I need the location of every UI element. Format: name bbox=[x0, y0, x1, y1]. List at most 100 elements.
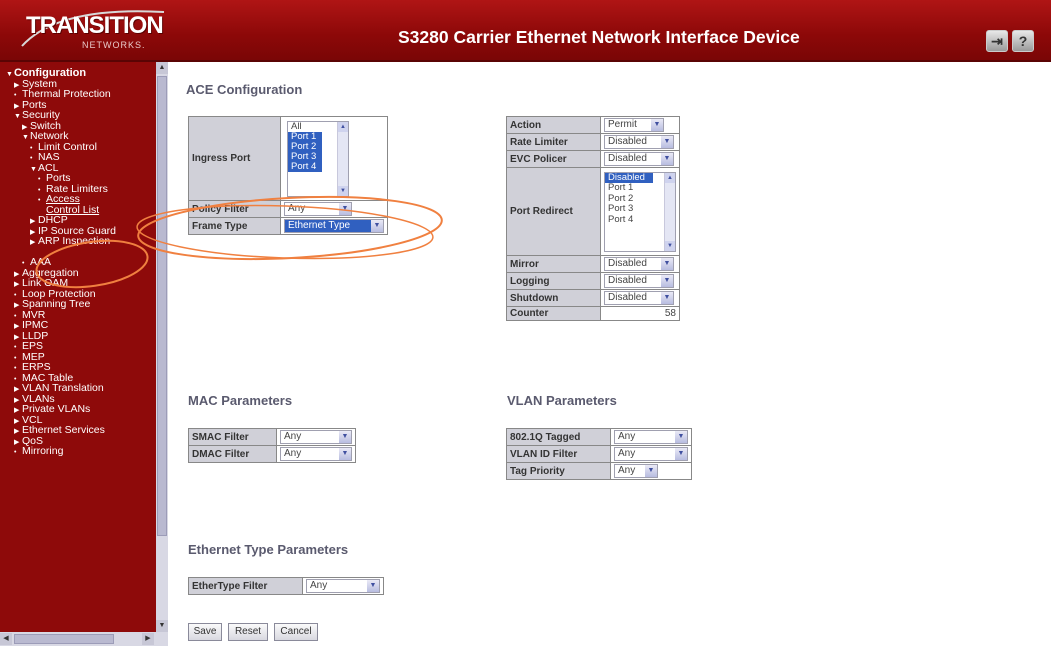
scroll-left-icon[interactable]: ◀ bbox=[0, 633, 12, 645]
sidebar-item-system[interactable]: ▶ System bbox=[6, 79, 156, 90]
save-button[interactable]: Save bbox=[188, 623, 222, 641]
sidebar-item-label: Access bbox=[46, 194, 80, 205]
sidebar-item-mep[interactable]: • MEP bbox=[6, 352, 156, 363]
sidebar-item-ethernet-services[interactable]: ▶ Ethernet Services bbox=[6, 425, 156, 436]
sidebar-item-ports[interactable]: • Ports bbox=[6, 173, 156, 184]
logout-button[interactable]: ⇥ bbox=[986, 30, 1008, 52]
reset-button[interactable]: Reset bbox=[228, 623, 268, 641]
sidebar-item-acl[interactable]: ▼ACL bbox=[6, 163, 156, 174]
dot-icon: • bbox=[30, 155, 33, 162]
dmac-filter-select[interactable]: Any ▼ bbox=[280, 447, 352, 461]
sidebar-item-aggregation[interactable]: ▶ Aggregation bbox=[6, 268, 156, 279]
ingress-option-port-4[interactable]: Port 4 bbox=[288, 161, 322, 172]
dot-icon: • bbox=[38, 176, 41, 183]
sidebar-item-nas[interactable]: • NAS bbox=[6, 152, 156, 163]
sidebar-item-label: Switch bbox=[30, 120, 61, 131]
rate-limiter-select[interactable]: Disabled ▼ bbox=[604, 135, 674, 149]
scroll-up-icon[interactable]: ▲ bbox=[338, 121, 348, 132]
sidebar-item-ports[interactable]: ▶ Ports bbox=[6, 100, 156, 111]
scroll-up-icon[interactable]: ▲ bbox=[665, 172, 675, 183]
listbox-scrollbar[interactable]: ▲ ▼ bbox=[664, 172, 675, 251]
scroll-thumb-horizontal[interactable] bbox=[14, 634, 114, 644]
sidebar-item-private-vlans[interactable]: ▶ Private VLANs bbox=[6, 404, 156, 415]
sidebar-item-eps[interactable]: • EPS bbox=[6, 341, 156, 352]
sidebar-item-limit-control[interactable]: • Limit Control bbox=[6, 142, 156, 153]
caret-right-icon: ▶ bbox=[14, 102, 20, 110]
shutdown-select[interactable]: Disabled ▼ bbox=[604, 291, 674, 305]
sidebar-item-link-oam[interactable]: ▶ Link OAM bbox=[6, 278, 156, 289]
ingress-option-port-2[interactable]: Port 2 bbox=[288, 141, 322, 152]
scroll-down-icon[interactable]: ▼ bbox=[665, 240, 675, 251]
sidebar-item-security[interactable]: ▼Security bbox=[6, 110, 156, 121]
sidebar-item-rate-limiters[interactable]: • Rate Limiters bbox=[6, 184, 156, 195]
frame-type-value: Ethernet Type bbox=[288, 220, 351, 231]
caret-right-icon: ▶ bbox=[14, 407, 20, 414]
action-select[interactable]: Permit ▼ bbox=[604, 118, 664, 132]
ethertype-filter-value: Any bbox=[310, 580, 328, 591]
sidebar-item-label: LLDP bbox=[22, 330, 49, 341]
sidebar-item-mvr[interactable]: • MVR bbox=[6, 310, 156, 321]
sidebar-item-loop-protection[interactable]: • Loop Protection bbox=[6, 289, 156, 300]
sidebar-vertical-scrollbar[interactable]: ▲ ▼ bbox=[156, 62, 168, 632]
evc-policer-select[interactable]: Disabled ▼ bbox=[604, 152, 674, 166]
sidebar-item-dhcp[interactable]: ▶ DHCP bbox=[6, 215, 156, 226]
ethertype-filter-select[interactable]: Any ▼ bbox=[306, 579, 380, 593]
policy-filter-select[interactable]: Any ▼ bbox=[284, 202, 352, 216]
tag-priority-select[interactable]: Any ▼ bbox=[614, 464, 658, 478]
tag-priority-label: Tag Priority bbox=[506, 462, 611, 480]
ingress-option-port-1[interactable]: Port 1 bbox=[288, 131, 322, 142]
logo-text: TRANSITION bbox=[26, 12, 164, 39]
caret-right-icon: ▶ bbox=[14, 386, 20, 393]
sidebar-item-label: Control List bbox=[46, 204, 100, 215]
sidebar-item-qos[interactable]: ▶ QoS bbox=[6, 436, 156, 447]
tag-priority-value: Any bbox=[618, 465, 636, 476]
sidebar-item-label: VLAN Translation bbox=[22, 383, 104, 394]
listbox-scrollbar[interactable]: ▲ ▼ bbox=[337, 121, 348, 196]
sidebar-item-erps[interactable]: • ERPS bbox=[6, 362, 156, 373]
sidebar-item-ipmc[interactable]: ▶ IPMC bbox=[6, 320, 156, 331]
sidebar-item-arp-inspection[interactable]: ▶ ARP Inspection bbox=[6, 236, 156, 247]
sidebar-item-control-list[interactable]: Control List bbox=[6, 205, 156, 216]
ingress-port-listbox[interactable]: All Port 1 Port 2 Port 3 Port 4 ▲ ▼ bbox=[287, 120, 349, 197]
scroll-thumb[interactable] bbox=[157, 76, 167, 536]
caret-right-icon: ▶ bbox=[14, 396, 20, 404]
vlan-id-filter-select[interactable]: Any ▼ bbox=[614, 447, 688, 461]
chevron-down-icon: ▼ bbox=[339, 203, 351, 215]
vlan-parameters-table: 802.1Q Tagged Any ▼ VLAN ID Filter Any ▼ T… bbox=[506, 428, 692, 480]
sidebar-item-access[interactable]: • Access bbox=[6, 194, 156, 205]
sidebar-item-thermal-protection[interactable]: • Thermal Protection bbox=[6, 89, 156, 100]
logging-select[interactable]: Disabled ▼ bbox=[604, 274, 674, 288]
tagged-select[interactable]: Any ▼ bbox=[614, 430, 688, 444]
counter-label: Counter bbox=[506, 306, 601, 321]
scroll-right-icon[interactable]: ▶ bbox=[142, 633, 154, 645]
caret-down-icon: ▼ bbox=[14, 113, 21, 120]
sidebar-item-label: NAS bbox=[38, 152, 60, 163]
sidebar-item-vcl[interactable]: ▶ VCL bbox=[6, 415, 156, 426]
chevron-down-icon: ▼ bbox=[367, 580, 379, 592]
sidebar-item-aaa[interactable]: • AAA bbox=[6, 257, 156, 268]
scroll-up-icon[interactable]: ▲ bbox=[156, 62, 168, 74]
frame-type-label: Frame Type bbox=[188, 217, 281, 235]
ingress-option-port-3[interactable]: Port 3 bbox=[288, 151, 322, 162]
cancel-button[interactable]: Cancel bbox=[274, 623, 318, 641]
sidebar-item-vlans[interactable]: ▶ VLANs bbox=[6, 394, 156, 405]
sidebar-item-switch[interactable]: ▶ Switch bbox=[6, 121, 156, 132]
sidebar-item-lldp[interactable]: ▶ LLDP bbox=[6, 331, 156, 342]
chevron-down-icon: ▼ bbox=[675, 448, 687, 460]
sidebar-item-mac-table[interactable]: • MAC Table bbox=[6, 373, 156, 384]
sidebar-item-mirroring[interactable]: • Mirroring bbox=[6, 446, 156, 457]
scroll-down-icon[interactable]: ▼ bbox=[156, 620, 168, 632]
sidebar-item-configuration[interactable]: ▼Configuration bbox=[6, 68, 156, 79]
rate-limiter-value: Disabled bbox=[608, 136, 647, 147]
sidebar-item-spanning-tree[interactable]: ▶ Spanning Tree bbox=[6, 299, 156, 310]
sidebar-horizontal-scrollbar[interactable]: ◀ ▶ bbox=[0, 632, 168, 646]
mirror-select[interactable]: Disabled ▼ bbox=[604, 257, 674, 271]
sidebar-item-ip-source-guard[interactable]: ▶ IP Source Guard bbox=[6, 226, 156, 237]
port-redirect-listbox[interactable]: Disabled Port 1 Port 2 Port 3 Port 4 ▲ ▼ bbox=[604, 171, 676, 252]
frame-type-select[interactable]: Ethernet Type ▼ bbox=[284, 219, 384, 233]
scroll-down-icon[interactable]: ▼ bbox=[338, 185, 348, 196]
smac-filter-select[interactable]: Any ▼ bbox=[280, 430, 352, 444]
sidebar-item-network[interactable]: ▼Network bbox=[6, 131, 156, 142]
help-button[interactable]: ? bbox=[1012, 30, 1034, 52]
sidebar-item-vlan-translation[interactable]: ▶ VLAN Translation bbox=[6, 383, 156, 394]
